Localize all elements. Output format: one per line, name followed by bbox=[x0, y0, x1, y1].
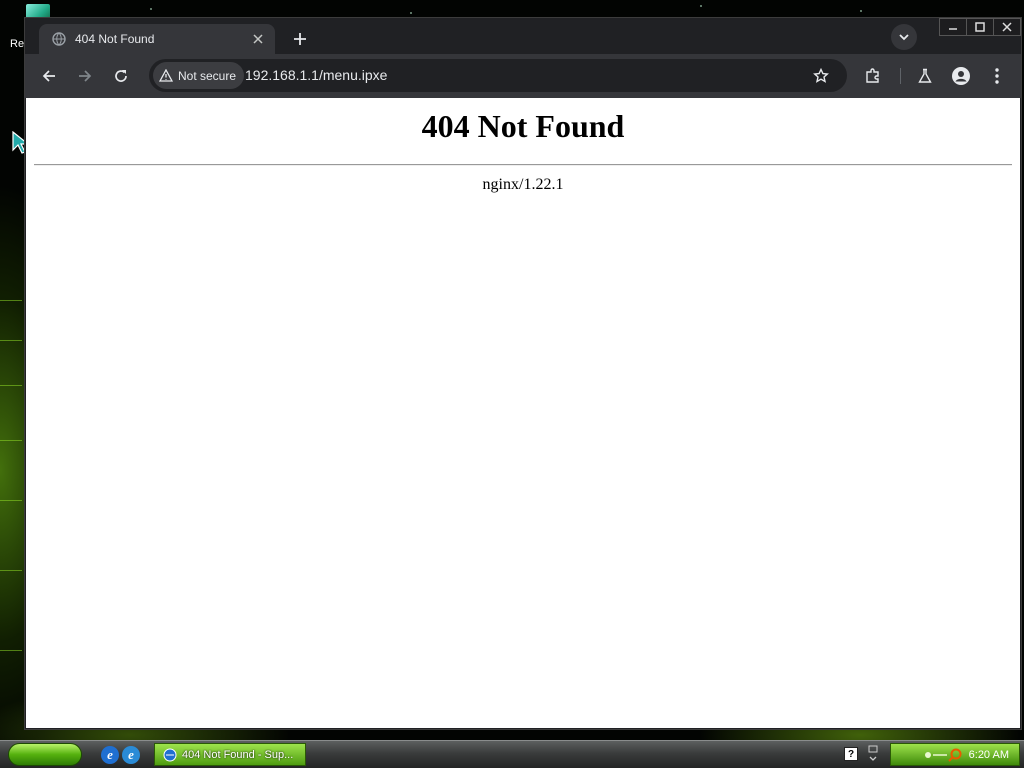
restore-icon[interactable] bbox=[866, 744, 880, 764]
taskbar-item-label: 404 Not Found - Sup... bbox=[182, 748, 294, 761]
close-icon bbox=[1002, 22, 1012, 32]
start-button[interactable] bbox=[8, 743, 82, 766]
arrow-left-icon bbox=[42, 70, 55, 82]
bookmark-button[interactable] bbox=[811, 66, 831, 86]
grid-line bbox=[0, 500, 22, 501]
divider bbox=[34, 164, 1012, 166]
arrow-right-icon bbox=[79, 70, 92, 82]
labs-button[interactable] bbox=[913, 64, 937, 88]
tab-404-not-found[interactable]: 404 Not Found bbox=[39, 24, 275, 54]
browser-icon bbox=[163, 748, 177, 761]
taskbar-item-browser[interactable]: 404 Not Found - Sup... bbox=[154, 743, 306, 766]
grid-line bbox=[0, 385, 22, 386]
clock[interactable]: 6:20 AM bbox=[969, 749, 1009, 761]
flask-icon bbox=[918, 68, 932, 83]
taskbar: e e 404 Not Found - Sup... ? 6:20 AM bbox=[0, 740, 1024, 768]
puzzle-icon bbox=[866, 68, 879, 83]
tab-search-button[interactable] bbox=[891, 24, 917, 50]
grid-line bbox=[0, 650, 22, 651]
avatar-icon bbox=[952, 67, 970, 85]
star bbox=[860, 10, 862, 12]
grid-line bbox=[0, 340, 22, 341]
browser-toolbar: Not secure 192.168.1.1/menu.ipxe bbox=[25, 54, 1021, 98]
star-icon bbox=[813, 68, 829, 83]
grid-line bbox=[0, 570, 22, 571]
grid-line bbox=[0, 300, 22, 301]
close-window-button[interactable] bbox=[993, 18, 1021, 36]
url-text[interactable]: 192.168.1.1/menu.ipxe bbox=[245, 67, 387, 83]
star bbox=[150, 8, 152, 10]
maximize-button[interactable] bbox=[966, 18, 994, 36]
browser-quicklaunch-icon[interactable]: e bbox=[122, 746, 140, 764]
star bbox=[700, 5, 702, 7]
minimize-icon bbox=[949, 28, 957, 30]
more-vertical-icon bbox=[995, 68, 999, 84]
help-icon[interactable]: ? bbox=[844, 747, 858, 761]
security-chip[interactable]: Not secure bbox=[153, 62, 245, 89]
reload-button[interactable] bbox=[109, 64, 133, 88]
security-label: Not secure bbox=[178, 68, 237, 83]
network-icon[interactable] bbox=[923, 748, 963, 762]
toolbar-separator bbox=[900, 68, 901, 84]
desktop-icon-label: Re bbox=[10, 38, 25, 50]
menu-button[interactable] bbox=[985, 64, 1009, 88]
extensions-button[interactable] bbox=[861, 64, 885, 88]
maximize-icon bbox=[975, 22, 985, 32]
server-signature: nginx/1.22.1 bbox=[482, 176, 564, 193]
internet-explorer-icon[interactable]: e bbox=[101, 746, 119, 764]
tab-title: 404 Not Found bbox=[75, 32, 155, 46]
address-bar[interactable]: Not secure 192.168.1.1/menu.ipxe bbox=[149, 59, 847, 92]
warning-icon bbox=[159, 69, 173, 82]
tab-strip: 404 Not Found bbox=[25, 18, 1021, 54]
star bbox=[410, 12, 412, 14]
globe-icon bbox=[51, 31, 67, 47]
profile-button[interactable] bbox=[949, 64, 973, 88]
reload-icon bbox=[115, 70, 127, 82]
plus-icon bbox=[294, 33, 306, 45]
page-viewport: 404 Not Found nginx/1.22.1 bbox=[26, 98, 1020, 728]
back-button[interactable] bbox=[37, 64, 61, 88]
system-tray: 6:20 AM bbox=[890, 743, 1020, 766]
minimize-button[interactable] bbox=[939, 18, 967, 36]
chevron-down-icon bbox=[899, 34, 909, 41]
window-controls bbox=[939, 18, 1021, 36]
new-tab-button[interactable] bbox=[289, 28, 311, 50]
forward-button[interactable] bbox=[73, 64, 97, 88]
page-title: 404 Not Found bbox=[421, 108, 625, 144]
close-icon[interactable] bbox=[249, 30, 267, 48]
grid-line bbox=[0, 440, 22, 441]
browser-window: 404 Not Found Not secure 192.168.1.1/men… bbox=[24, 17, 1022, 730]
